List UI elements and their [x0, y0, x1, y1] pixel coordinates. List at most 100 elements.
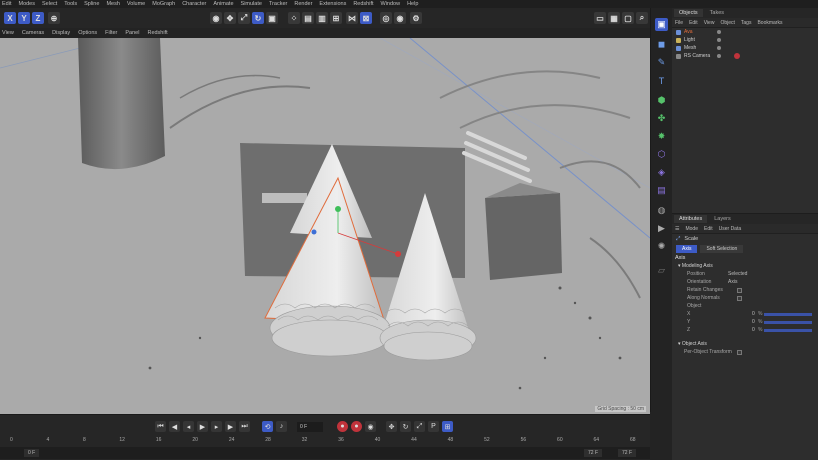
- tab-takes[interactable]: Takes: [705, 9, 729, 17]
- object-axis-header[interactable]: ▾ Object Axis: [672, 340, 818, 348]
- fullscreen-icon[interactable]: ▢: [622, 12, 634, 24]
- live-selection-icon[interactable]: ◉: [210, 12, 222, 24]
- vp-menu-cameras[interactable]: Cameras: [22, 30, 44, 36]
- visibility-dot-icon[interactable]: [717, 38, 721, 42]
- keyframe-selection-icon[interactable]: ◉: [365, 421, 376, 432]
- object-row[interactable]: Light: [672, 36, 818, 44]
- menu-spline[interactable]: Spline: [84, 1, 99, 7]
- loop-icon[interactable]: ⟲: [262, 421, 273, 432]
- redshift-tag-icon[interactable]: [734, 53, 740, 59]
- 3d-viewport[interactable]: Grid Spacing : 50 cm: [0, 38, 650, 414]
- render-picture-icon[interactable]: ◉: [394, 12, 406, 24]
- tab-layers[interactable]: Layers: [709, 215, 736, 223]
- floor-icon[interactable]: ▱: [655, 264, 668, 277]
- menu-modes[interactable]: Modes: [18, 1, 35, 7]
- z-slider[interactable]: [764, 329, 812, 332]
- visibility-dot-icon[interactable]: [717, 54, 721, 58]
- om-menu-view[interactable]: View: [704, 20, 715, 26]
- menu-render[interactable]: Render: [294, 1, 312, 7]
- visibility-dot-icon[interactable]: [717, 46, 721, 50]
- coordinate-system-icon[interactable]: ⊕: [48, 12, 60, 24]
- menu-select[interactable]: Select: [42, 1, 57, 7]
- timeline-scrubber[interactable]: 0 F 72 F 72 F: [0, 447, 650, 459]
- menu-character[interactable]: Character: [182, 1, 206, 7]
- light-icon[interactable]: ✺: [655, 240, 668, 253]
- menu-mesh[interactable]: Mesh: [106, 1, 119, 7]
- hamburger-icon[interactable]: ☰: [675, 226, 679, 232]
- current-frame-field[interactable]: 0 F: [297, 422, 323, 432]
- menu-redshift[interactable]: Redshift: [353, 1, 373, 7]
- prop-retain-changes[interactable]: Retain Changes: [672, 286, 818, 294]
- prop-per-object-transform[interactable]: Per-Object Transform: [672, 348, 818, 356]
- retain-changes-checkbox[interactable]: [737, 287, 742, 293]
- y-axis-toggle[interactable]: Y: [18, 12, 30, 24]
- menu-window[interactable]: Window: [381, 1, 401, 7]
- camera-icon[interactable]: ▶: [655, 222, 668, 235]
- om-menu-bookmarks[interactable]: Bookmarks: [757, 20, 782, 26]
- object-row[interactable]: Mesh: [672, 44, 818, 52]
- sound-icon[interactable]: ♪: [276, 421, 287, 432]
- deformer-icon[interactable]: ✸: [655, 130, 668, 143]
- z-axis-toggle[interactable]: Z: [32, 12, 44, 24]
- end-frame-field[interactable]: 72 F: [584, 449, 603, 457]
- render-view-icon[interactable]: ◎: [380, 12, 392, 24]
- field-icon[interactable]: ⬡: [655, 148, 668, 161]
- menu-tracker[interactable]: Tracker: [269, 1, 287, 7]
- subtab-axis[interactable]: Axis: [676, 244, 698, 253]
- menu-tools[interactable]: Tools: [64, 1, 77, 7]
- menu-animate[interactable]: Animate: [213, 1, 233, 7]
- prop-axis-y[interactable]: Y 0%: [672, 318, 818, 326]
- prev-frame-icon[interactable]: ◂: [183, 421, 194, 432]
- play-icon[interactable]: ▶: [197, 421, 208, 432]
- y-slider[interactable]: [764, 321, 812, 324]
- menu-help[interactable]: Help: [407, 1, 418, 7]
- am-menu-edit[interactable]: Edit: [704, 226, 713, 232]
- object-manager-icon[interactable]: ▣: [655, 18, 668, 31]
- om-menu-tags[interactable]: Tags: [741, 20, 752, 26]
- timeline-ruler[interactable]: 0 4 8 12 16 20 24 28 32 36 40 44 48 52 56 60 64 68: [10, 437, 640, 445]
- om-menu-file[interactable]: File: [675, 20, 683, 26]
- menu-volume[interactable]: Volume: [127, 1, 145, 7]
- vp-menu-display[interactable]: Display: [52, 30, 70, 36]
- am-menu-userdata[interactable]: User Data: [719, 226, 742, 232]
- record-icon[interactable]: ●: [337, 421, 348, 432]
- along-normals-checkbox[interactable]: [737, 295, 742, 301]
- vp-menu-panel[interactable]: Panel: [125, 30, 139, 36]
- prop-axis-z[interactable]: Z 0%: [672, 326, 818, 334]
- prop-position[interactable]: Position Selected: [672, 270, 818, 278]
- rotate-icon[interactable]: ↻: [252, 12, 264, 24]
- snap-icon[interactable]: ⋈: [346, 12, 358, 24]
- cube-icon[interactable]: ◼: [655, 38, 668, 51]
- menu-edit[interactable]: Edit: [2, 1, 11, 7]
- tab-objects[interactable]: Objects: [674, 9, 703, 17]
- subtab-soft-selection[interactable]: Soft Selection: [700, 244, 744, 253]
- menu-mograph[interactable]: MoGraph: [152, 1, 175, 7]
- polygons-mode-icon[interactable]: ▥: [316, 12, 328, 24]
- volume-icon[interactable]: ▤: [655, 184, 668, 197]
- layout-icon[interactable]: ▭: [594, 12, 606, 24]
- visibility-dot-icon[interactable]: [717, 30, 721, 34]
- object-row[interactable]: RS Camera: [672, 52, 818, 60]
- vp-menu-view[interactable]: View: [2, 30, 14, 36]
- am-menu-mode[interactable]: Mode: [685, 226, 698, 232]
- workplane-icon[interactable]: ⊠: [360, 12, 372, 24]
- tab-attributes[interactable]: Attributes: [674, 215, 708, 223]
- x-axis-toggle[interactable]: X: [4, 12, 16, 24]
- menu-extensions[interactable]: Extensions: [319, 1, 346, 7]
- prop-along-normals[interactable]: Along Normals: [672, 294, 818, 302]
- om-menu-edit[interactable]: Edit: [689, 20, 698, 26]
- prop-orientation[interactable]: Orientation Axis: [672, 278, 818, 286]
- menu-simulate[interactable]: Simulate: [241, 1, 262, 7]
- edges-mode-icon[interactable]: ▤: [302, 12, 314, 24]
- goto-start-icon[interactable]: ⏮: [155, 421, 166, 432]
- next-frame-icon[interactable]: ▸: [211, 421, 222, 432]
- vp-menu-redshift[interactable]: Redshift: [147, 30, 167, 36]
- key-scale-icon[interactable]: ⤢: [414, 421, 425, 432]
- enable-axis-icon[interactable]: ⊞: [330, 12, 342, 24]
- key-pla-icon[interactable]: ⊞: [442, 421, 453, 432]
- per-object-checkbox[interactable]: [737, 349, 742, 355]
- points-mode-icon[interactable]: ⁘: [288, 12, 300, 24]
- max-frame-field[interactable]: 72 F: [618, 449, 637, 457]
- globe-icon[interactable]: ◍: [655, 204, 668, 217]
- render-settings-icon[interactable]: ⚙: [410, 12, 422, 24]
